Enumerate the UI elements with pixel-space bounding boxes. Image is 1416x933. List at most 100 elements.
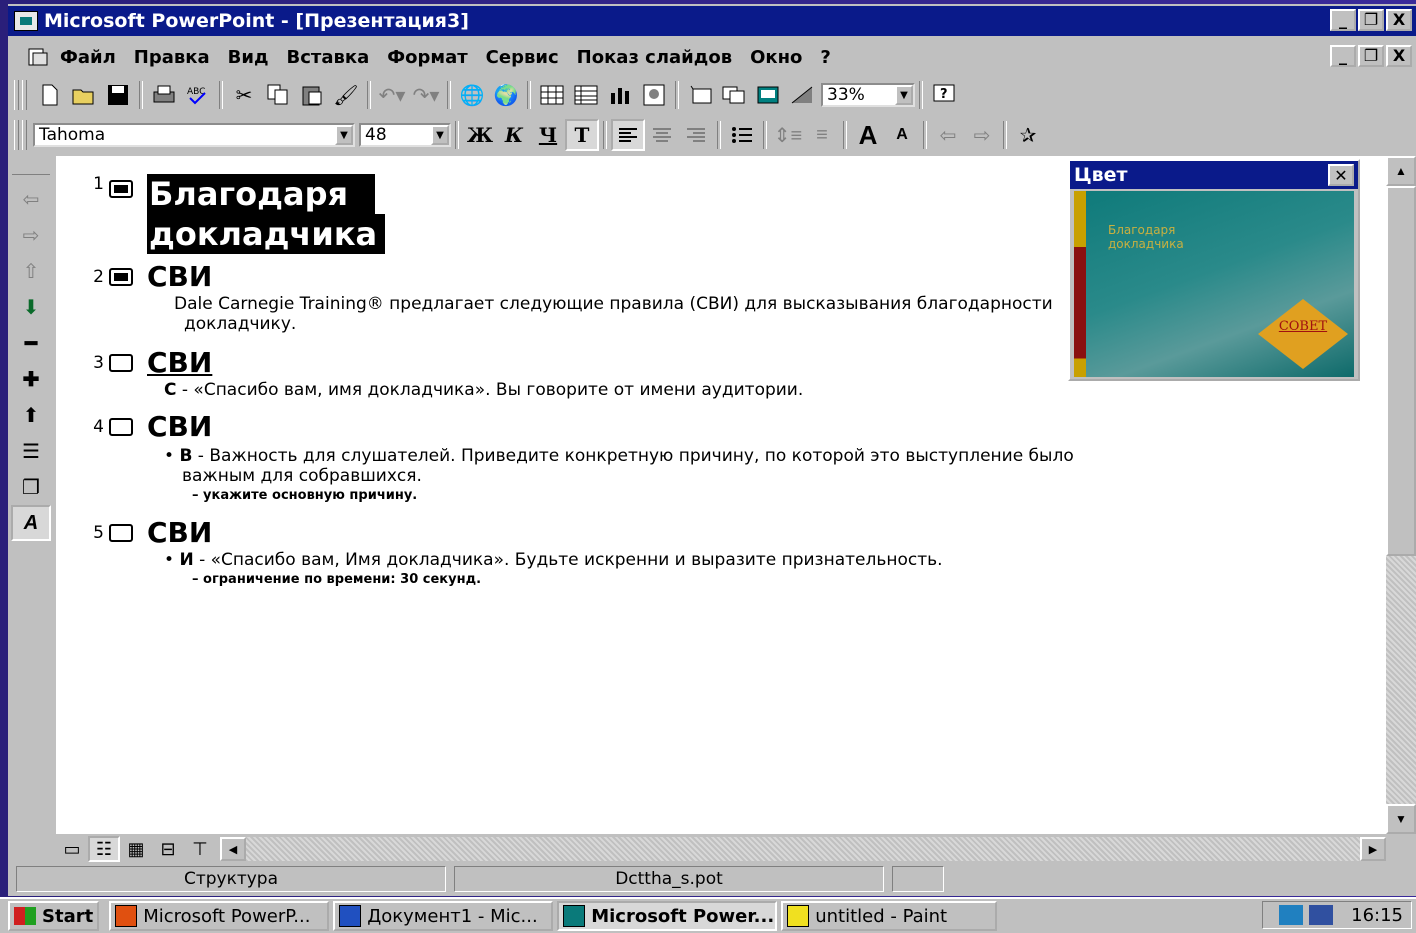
outline-slide[interactable]: 2 СВИ: [90, 260, 212, 293]
align-right-icon[interactable]: [679, 119, 713, 151]
demote-icon[interactable]: ⇨: [965, 119, 999, 151]
format-painter-icon[interactable]: 🖌: [329, 79, 363, 111]
promote-icon[interactable]: ⇦: [931, 119, 965, 151]
minimize-button[interactable]: _: [1330, 9, 1356, 31]
slide-title[interactable]: СВИ: [147, 260, 212, 293]
horizontal-scrollbar[interactable]: ◀ ▶: [220, 837, 1386, 861]
scroll-thumb[interactable]: [1386, 186, 1416, 556]
increase-spacing-icon[interactable]: ⇕≡: [771, 119, 805, 151]
open-folder-icon[interactable]: [67, 79, 101, 111]
toolbar-grip[interactable]: [14, 80, 19, 110]
network-icon[interactable]: [1279, 905, 1304, 925]
menu-file[interactable]: Файл: [60, 47, 116, 68]
start-button[interactable]: Start: [8, 901, 100, 931]
zoom-combo[interactable]: 33% ▼: [821, 83, 915, 107]
chevron-down-icon[interactable]: ▼: [431, 125, 449, 145]
doc-minimize-button[interactable]: _: [1330, 45, 1356, 67]
menu-edit[interactable]: Правка: [134, 47, 210, 68]
spelling-icon[interactable]: ABC: [181, 79, 215, 111]
show-formatting-icon[interactable]: A: [11, 505, 51, 541]
vertical-scrollbar[interactable]: ▲ ▼: [1386, 156, 1416, 834]
chevron-down-icon[interactable]: ▼: [335, 125, 353, 145]
menu-slideshow[interactable]: Показ слайдов: [577, 47, 732, 68]
underline-button[interactable]: Ч: [531, 119, 565, 151]
promote-arrow-icon[interactable]: ⇦: [11, 181, 51, 217]
slide-body[interactable]: • В - Важность для слушателей. Приведите…: [164, 446, 1074, 503]
expand-icon[interactable]: ✚: [11, 361, 51, 397]
demote-arrow-icon[interactable]: ⇨: [11, 217, 51, 253]
italic-button[interactable]: К: [497, 119, 531, 151]
outline-slide[interactable]: 3 СВИ: [90, 346, 212, 379]
save-icon[interactable]: [101, 79, 135, 111]
new-document-icon[interactable]: [33, 79, 67, 111]
outline-view-icon[interactable]: ☷: [88, 836, 120, 862]
align-center-icon[interactable]: [645, 119, 679, 151]
decrease-spacing-icon[interactable]: ≡: [805, 119, 839, 151]
clock[interactable]: 16:15: [1351, 905, 1403, 926]
move-down-icon[interactable]: ⬇: [11, 289, 51, 325]
insert-table-icon[interactable]: [535, 79, 569, 111]
task-powerpoint-active[interactable]: Microsoft Power...: [557, 901, 778, 931]
task-paint[interactable]: untitled - Paint: [781, 901, 998, 931]
insert-clipart-icon[interactable]: [637, 79, 671, 111]
menu-window[interactable]: Окно: [750, 47, 802, 68]
slide-title[interactable]: СВИ: [147, 516, 212, 549]
grayscale-icon[interactable]: [785, 79, 819, 111]
language-icon[interactable]: [1309, 905, 1334, 925]
print-icon[interactable]: [147, 79, 181, 111]
align-left-icon[interactable]: [611, 119, 645, 151]
slide-body[interactable]: Dale Carnegie Training® предлагает следу…: [174, 294, 1053, 334]
insert-worksheet-icon[interactable]: [569, 79, 603, 111]
decrease-font-icon[interactable]: A: [885, 119, 919, 151]
outline-slide[interactable]: 1 Благодаря докладчика: [90, 174, 385, 254]
menu-insert[interactable]: Вставка: [287, 47, 370, 68]
chevron-down-icon[interactable]: ▼: [895, 85, 913, 105]
scroll-up-icon[interactable]: ▲: [1386, 156, 1416, 186]
outline-slide[interactable]: 5 СВИ: [90, 516, 212, 549]
font-name-combo[interactable]: Tahoma ▼: [33, 123, 355, 147]
scroll-left-icon[interactable]: ◀: [220, 837, 246, 861]
paste-icon[interactable]: [295, 79, 329, 111]
close-icon[interactable]: ✕: [1328, 164, 1354, 186]
close-button[interactable]: X: [1386, 9, 1412, 31]
color-window-titlebar[interactable]: Цвет ✕: [1070, 161, 1358, 189]
slide-title[interactable]: СВИ: [147, 346, 212, 379]
apply-design-icon[interactable]: [751, 79, 785, 111]
toolbar-grip[interactable]: [14, 120, 19, 150]
slide-body[interactable]: • И - «Спасибо вам, Имя докладчика». Буд…: [164, 550, 943, 587]
insert-chart-icon[interactable]: [603, 79, 637, 111]
slideshow-view-icon[interactable]: ⊤: [184, 836, 216, 862]
slide-icon[interactable]: [109, 417, 133, 436]
slide-sorter-icon[interactable]: ⊟: [152, 836, 184, 862]
new-slide-icon[interactable]: [683, 79, 717, 111]
summary-slide-icon[interactable]: ❐: [11, 469, 51, 505]
menu-format[interactable]: Формат: [387, 47, 467, 68]
undo-icon[interactable]: ↶▾: [375, 79, 409, 111]
insert-hyperlink-icon[interactable]: 🌐: [455, 79, 489, 111]
menu-tools[interactable]: Сервис: [486, 47, 559, 68]
copy-icon[interactable]: [261, 79, 295, 111]
slide-view-icon[interactable]: ▦: [120, 836, 152, 862]
bullets-icon[interactable]: [725, 119, 759, 151]
move-up-icon[interactable]: ⇧: [11, 253, 51, 289]
slide-title[interactable]: Благодаря докладчика: [147, 174, 385, 254]
scroll-down-icon[interactable]: ▼: [1386, 804, 1416, 834]
collapse-all-icon[interactable]: ⬆: [11, 397, 51, 433]
slide-image-icon[interactable]: [109, 267, 133, 286]
color-preview-window[interactable]: Цвет ✕ Благодаря докладчика СОВЕТ: [1068, 159, 1360, 381]
slide-body[interactable]: С - «Спасибо вам, имя докладчика». Вы го…: [164, 380, 803, 400]
menu-help[interactable]: ?: [820, 47, 830, 68]
doc-restore-button[interactable]: ❐: [1358, 45, 1384, 67]
outline-slide[interactable]: 4 СВИ: [90, 410, 212, 443]
document-icon[interactable]: [26, 46, 50, 68]
menu-view[interactable]: Вид: [228, 47, 269, 68]
powerpoint-app-icon[interactable]: [14, 11, 38, 31]
slide-icon[interactable]: [109, 353, 133, 372]
collapse-icon[interactable]: ━: [11, 325, 51, 361]
increase-font-icon[interactable]: A: [851, 119, 885, 151]
font-size-combo[interactable]: 48 ▼: [359, 123, 451, 147]
task-powerpoint-1[interactable]: Microsoft PowerP...: [109, 901, 330, 931]
slide-layout-icon[interactable]: [717, 79, 751, 111]
slide-title[interactable]: СВИ: [147, 410, 212, 443]
shadow-button[interactable]: T: [565, 119, 599, 151]
